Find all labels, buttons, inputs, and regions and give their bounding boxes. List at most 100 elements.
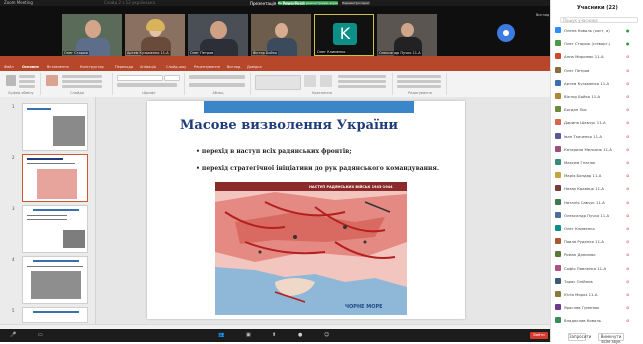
microphone-muted-icon[interactable]: ⊘ bbox=[626, 68, 629, 73]
microphone-muted-icon[interactable]: ⊘ bbox=[626, 239, 629, 244]
participant-row[interactable]: Олена Коваль (хост, я) ● bbox=[555, 27, 640, 34]
participant-row[interactable]: Роман Данилюк ⊘ bbox=[555, 251, 640, 258]
microphone-muted-icon[interactable]: ⊘ bbox=[626, 147, 629, 152]
microphone-on-icon[interactable]: ● bbox=[626, 41, 630, 46]
tab-slideshow[interactable]: Слайд-шоу bbox=[166, 65, 186, 70]
tab-design[interactable]: Конструктор bbox=[80, 65, 104, 70]
select-icon[interactable] bbox=[397, 85, 441, 88]
participant-row[interactable]: Артем Кузьменко 11-А ⊘ bbox=[555, 79, 640, 87]
participant-row[interactable]: Дарина Шевчук 11-А ⊘ bbox=[555, 119, 640, 126]
participant-row[interactable]: Богдан Лис ⊘ bbox=[555, 106, 640, 113]
participant-row[interactable]: Назар Кравець 11-А ⊘ bbox=[555, 185, 640, 192]
microphone-muted-icon[interactable]: ⊘ bbox=[626, 81, 629, 86]
tab-review[interactable]: Рецензування bbox=[194, 65, 220, 70]
format-painter-icon[interactable] bbox=[19, 85, 35, 88]
copy-icon[interactable] bbox=[19, 80, 35, 83]
microphone-muted-icon[interactable]: ⊘ bbox=[626, 120, 629, 125]
participant-row[interactable]: Ярослав Гуменюк ⊘ bbox=[555, 304, 640, 311]
microphone-on-icon[interactable]: ● bbox=[626, 28, 630, 33]
record-icon[interactable]: ● bbox=[298, 332, 302, 339]
video-tile[interactable]: K Олег Клименко bbox=[314, 14, 374, 56]
microphone-muted-icon[interactable]: ⊘ bbox=[626, 226, 629, 231]
microphone-muted-icon[interactable]: ⊘ bbox=[626, 292, 629, 297]
microphone-muted-icon[interactable]: ⊘ bbox=[626, 252, 629, 257]
participant-row[interactable]: Катерина Мельник 11-А ⊘ bbox=[555, 145, 640, 153]
microphone-muted-icon[interactable]: ⊘ bbox=[626, 213, 629, 218]
microphone-muted-icon[interactable]: ⊘ bbox=[626, 200, 629, 205]
shapes-gallery[interactable] bbox=[255, 75, 301, 90]
tab-view[interactable]: Вигляд bbox=[227, 65, 240, 70]
microphone-muted-icon[interactable]: ⊘ bbox=[626, 160, 629, 165]
arrange-icon[interactable] bbox=[304, 75, 316, 87]
participant-row[interactable]: Владислав Коваль ⊘ bbox=[555, 317, 640, 324]
microphone-muted-icon[interactable]: ⊘ bbox=[626, 186, 629, 191]
microphone-muted-icon[interactable]: ⊘ bbox=[626, 134, 629, 139]
participant-row[interactable]: Наталія Савчук 11-А ⊘ bbox=[555, 198, 640, 206]
tab-animations[interactable]: Анімація bbox=[140, 65, 156, 70]
microphone-muted-icon[interactable]: ⊘ bbox=[626, 305, 629, 310]
participant-search-input[interactable]: Пошук учасника bbox=[560, 17, 638, 23]
mute-all-button[interactable]: Вимкнути всім звук bbox=[598, 333, 624, 344]
font-format-icons[interactable] bbox=[117, 83, 177, 87]
find-icon[interactable] bbox=[397, 75, 441, 78]
current-slide[interactable]: Масове визволення України • перехід в на… bbox=[147, 101, 465, 319]
slide-thumbnail[interactable] bbox=[22, 307, 88, 323]
microphone-muted-icon[interactable]: ⊘ bbox=[626, 279, 629, 284]
tab-help[interactable]: Довідка bbox=[247, 65, 262, 70]
shape-outline-icon[interactable] bbox=[338, 80, 386, 83]
microphone-icon[interactable]: 🎤 bbox=[10, 332, 16, 339]
participant-row[interactable]: Юлія Мороз 11-А ⊘ bbox=[555, 291, 640, 298]
microphone-muted-icon[interactable]: ⊘ bbox=[626, 173, 629, 178]
participants-icon[interactable]: 👥 bbox=[218, 332, 224, 339]
slide-thumbnail[interactable] bbox=[22, 205, 88, 253]
font-size-dropdown[interactable] bbox=[164, 75, 180, 81]
reset-icon[interactable] bbox=[62, 80, 102, 83]
microphone-muted-icon[interactable]: ⊘ bbox=[626, 107, 629, 112]
view-button[interactable]: Вигляд bbox=[536, 13, 549, 17]
microphone-muted-icon[interactable]: ⊘ bbox=[626, 266, 629, 271]
cut-icon[interactable] bbox=[19, 75, 35, 78]
paste-icon[interactable] bbox=[6, 75, 16, 86]
new-slide-icon[interactable] bbox=[46, 75, 58, 86]
end-meeting-button[interactable]: Вийти bbox=[530, 332, 548, 339]
microphone-muted-icon[interactable]: ⊘ bbox=[626, 318, 629, 323]
participant-row[interactable]: Олег Петров ⊘ bbox=[555, 66, 640, 74]
view-options-button[interactable]: Параметри перегляду bbox=[342, 1, 370, 5]
shape-fill-icon[interactable] bbox=[338, 75, 386, 78]
video-camera-icon[interactable]: ▭ bbox=[38, 332, 43, 339]
participant-row[interactable]: Максим Гнатюк ⊘ bbox=[555, 159, 640, 166]
participant-row[interactable]: Софія Павленко 11-А ⊘ bbox=[555, 264, 640, 272]
participant-row[interactable]: Олег Клименко ⊘ bbox=[555, 225, 640, 232]
participant-row[interactable]: Олег Сторож (співорг.) ● bbox=[555, 40, 640, 47]
quick-styles-icon[interactable] bbox=[320, 75, 332, 87]
section-icon[interactable] bbox=[62, 85, 102, 88]
align-icons[interactable] bbox=[189, 83, 245, 87]
tab-file[interactable]: Файл bbox=[4, 65, 14, 70]
tab-home[interactable]: Основне bbox=[22, 65, 39, 70]
video-tile[interactable]: Олександр Пучко 11-А bbox=[377, 14, 437, 56]
replace-icon[interactable] bbox=[397, 80, 441, 83]
slide-thumbnail[interactable] bbox=[22, 103, 88, 151]
participant-row[interactable]: Павло Руденко 11-А ⊘ bbox=[555, 238, 640, 245]
participant-row[interactable]: Марія Бондар 11-А ⊘ bbox=[555, 172, 640, 179]
tab-transitions[interactable]: Переходи bbox=[115, 65, 133, 70]
video-tile[interactable]: Віктор Бойко bbox=[251, 14, 311, 56]
layout-icon[interactable] bbox=[62, 75, 102, 78]
participant-row[interactable]: Віктор Бойко 11-А ⊘ bbox=[555, 93, 640, 100]
participant-row[interactable]: Іван Ткаченко 11-А ⊘ bbox=[555, 132, 640, 140]
share-screen-icon[interactable]: ⬆ bbox=[272, 332, 276, 339]
microphone-muted-icon[interactable]: ⊘ bbox=[626, 94, 629, 99]
tab-insert[interactable]: Вставлення bbox=[47, 65, 69, 70]
invite-button[interactable]: Запросити bbox=[568, 333, 591, 341]
reactions-icon[interactable]: ☺ bbox=[324, 332, 329, 339]
font-name-dropdown[interactable] bbox=[117, 75, 163, 81]
video-tile[interactable]: Олег Петров bbox=[188, 14, 248, 56]
microphone-muted-icon[interactable]: ⊘ bbox=[626, 54, 629, 59]
list-icons[interactable] bbox=[189, 75, 245, 79]
participant-row[interactable]: Анна Миронюк 11-А ⊘ bbox=[555, 53, 640, 60]
slide-thumbnail[interactable] bbox=[22, 154, 88, 202]
video-tile[interactable]: Артем Кузьменко 11-А bbox=[125, 14, 185, 56]
slide-thumbnail[interactable] bbox=[22, 256, 88, 304]
video-tile[interactable]: Олег Сторож bbox=[62, 14, 122, 56]
participant-row[interactable]: Олександр Пучко 11-А ⊘ bbox=[555, 211, 640, 219]
